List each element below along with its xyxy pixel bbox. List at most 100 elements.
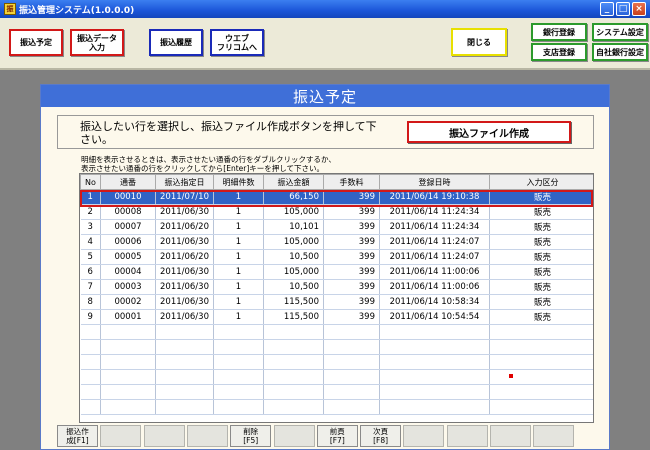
- instruction-text: 振込したい行を選択し、振込ファイル作成ボタンを押して下さい。: [80, 120, 377, 146]
- table-cell: 2011/06/30: [155, 204, 214, 220]
- function-key-4[interactable]: [186, 425, 228, 447]
- table-row[interactable]: 6 00004 2011/06/30 1 105,000 399 2011/06/14 11…: [80, 264, 593, 280]
- table-cell: 399: [323, 204, 380, 220]
- schedule-table[interactable]: No 通番 振込指定日 明細件数 振込金額 手数料 登録日時 入力区分 1 00010 2011/…: [79, 173, 594, 423]
- table-cell: 1: [80, 189, 101, 205]
- empty-row[interactable]: [80, 399, 593, 415]
- create-transfer-file-button[interactable]: 振込ファイル作成: [407, 121, 571, 143]
- table-row[interactable]: 9 00001 2011/06/30 1 115,500 399 2011/06/14 10…: [80, 309, 593, 325]
- function-key-6[interactable]: [273, 425, 315, 447]
- minimize-button[interactable]: _: [600, 2, 614, 16]
- bank-registration-button[interactable]: 銀行登録: [531, 23, 587, 41]
- marker-dot: [509, 374, 513, 378]
- column-header[interactable]: 振込指定日: [155, 174, 214, 190]
- table-cell: 2011/06/14 10:54:54: [379, 309, 490, 325]
- close-window-button[interactable]: ×: [632, 2, 646, 16]
- table-cell: 2011/06/14 11:24:07: [379, 249, 490, 265]
- table-cell: [100, 324, 156, 340]
- table-row[interactable]: 4 00006 2011/06/30 1 105,000 399 2011/06/14 11…: [80, 234, 593, 250]
- table-row[interactable]: 8 00002 2011/06/30 1 115,500 399 2011/06/14 10…: [80, 294, 593, 310]
- table-cell: [489, 369, 593, 385]
- table-cell: 販売: [489, 294, 593, 310]
- table-cell: 1: [213, 294, 264, 310]
- table-cell: 399: [323, 219, 380, 235]
- table-cell: [213, 339, 264, 355]
- table-cell: 1: [213, 279, 264, 295]
- own-bank-settings-button[interactable]: 自社銀行設定: [592, 43, 648, 61]
- table-cell: 399: [323, 189, 380, 205]
- maximize-button[interactable]: □: [616, 2, 630, 16]
- column-header[interactable]: 手数料: [323, 174, 380, 190]
- table-cell: [80, 354, 101, 370]
- function-key-9[interactable]: [403, 425, 445, 447]
- table-cell: [323, 324, 380, 340]
- schedule-button[interactable]: 振込予定: [9, 29, 63, 56]
- table-cell: [155, 324, 214, 340]
- branch-registration-button[interactable]: 支店登録: [531, 43, 587, 61]
- data-entry-button[interactable]: 振込データ 入力: [70, 29, 124, 56]
- table-cell: 2011/06/14 11:00:06: [379, 279, 490, 295]
- table-cell: [80, 399, 101, 415]
- empty-row[interactable]: [80, 384, 593, 400]
- function-key-3[interactable]: [143, 425, 185, 447]
- empty-row[interactable]: [80, 339, 593, 355]
- system-settings-button[interactable]: システム設定: [592, 23, 648, 41]
- table-body: 1 00010 2011/07/10 1 66,150 399 2011/06/14 19:…: [80, 189, 593, 415]
- column-header[interactable]: 明細件数: [213, 174, 264, 190]
- instruction-box: 振込したい行を選択し、振込ファイル作成ボタンを押して下さい。 振込ファイル作成: [57, 115, 594, 149]
- empty-row[interactable]: [80, 324, 593, 340]
- table-cell: [213, 384, 264, 400]
- table-cell: 2011/06/30: [155, 309, 214, 325]
- column-header[interactable]: 通番: [100, 174, 156, 190]
- web-furikom-button[interactable]: ウエブ フリコムへ: [210, 29, 264, 56]
- column-header[interactable]: No: [80, 174, 101, 190]
- empty-row[interactable]: [80, 354, 593, 370]
- table-cell: [379, 384, 490, 400]
- toolbar: 振込予定 振込データ 入力 振込履歴 ウエブ フリコムへ 閉じる 銀行登録 シス…: [0, 18, 650, 70]
- table-cell: 2011/06/30: [155, 279, 214, 295]
- table-row[interactable]: 1 00010 2011/07/10 1 66,150 399 2011/06/14 19:…: [80, 189, 593, 205]
- schedule-panel: 振込予定 振込したい行を選択し、振込ファイル作成ボタンを押して下さい。 振込ファ…: [40, 84, 610, 450]
- history-button[interactable]: 振込履歴: [149, 29, 203, 56]
- column-header[interactable]: 登録日時: [379, 174, 490, 190]
- table-cell: 販売: [489, 189, 593, 205]
- table-cell: 2011/06/20: [155, 249, 214, 265]
- table-cell: 2011/06/14 11:00:06: [379, 264, 490, 280]
- function-key-1[interactable]: 振込作 成[F1]: [57, 425, 98, 447]
- column-header[interactable]: 入力区分: [489, 174, 593, 190]
- table-cell: [489, 399, 593, 415]
- table-row[interactable]: 3 00007 2011/06/20 1 10,101 399 2011/06/14 11:…: [80, 219, 593, 235]
- table-cell: 399: [323, 234, 380, 250]
- table-cell: 105,000: [263, 264, 324, 280]
- function-key-5[interactable]: 削除 [F5]: [230, 425, 272, 447]
- table-cell: 2011/06/30: [155, 294, 214, 310]
- table-cell: 115,500: [263, 309, 324, 325]
- table-cell: 1: [213, 234, 264, 250]
- table-row[interactable]: 7 00003 2011/06/30 1 10,500 399 2011/06/14 11:…: [80, 279, 593, 295]
- table-cell: 販売: [489, 204, 593, 220]
- table-cell: 1: [213, 309, 264, 325]
- table-cell: 2011/06/20: [155, 219, 214, 235]
- function-key-7[interactable]: 前頁 [F7]: [316, 425, 358, 447]
- function-key-12[interactable]: [533, 425, 575, 447]
- table-cell: [100, 354, 156, 370]
- table-cell: 1: [213, 189, 264, 205]
- table-row[interactable]: 5 00005 2011/06/20 1 10,500 399 2011/06/14 11:…: [80, 249, 593, 265]
- function-key-2[interactable]: [100, 425, 142, 447]
- column-header[interactable]: 振込金額: [263, 174, 324, 190]
- table-cell: 2011/06/14 11:24:07: [379, 234, 490, 250]
- table-cell: 販売: [489, 219, 593, 235]
- table-cell: [379, 354, 490, 370]
- table-cell: 2: [80, 204, 101, 220]
- function-key-11[interactable]: [490, 425, 531, 447]
- table-cell: [155, 354, 214, 370]
- function-key-8[interactable]: 次頁 [F8]: [360, 425, 402, 447]
- function-key-10[interactable]: [446, 425, 488, 447]
- table-row[interactable]: 2 00008 2011/06/30 1 105,000 399 2011/06/14 11…: [80, 204, 593, 220]
- table-cell: 115,500: [263, 294, 324, 310]
- close-button[interactable]: 閉じる: [451, 28, 507, 56]
- empty-row[interactable]: [80, 369, 593, 385]
- table-cell: [379, 369, 490, 385]
- table-cell: 00006: [100, 234, 156, 250]
- table-cell: 2011/06/14 11:24:34: [379, 204, 490, 220]
